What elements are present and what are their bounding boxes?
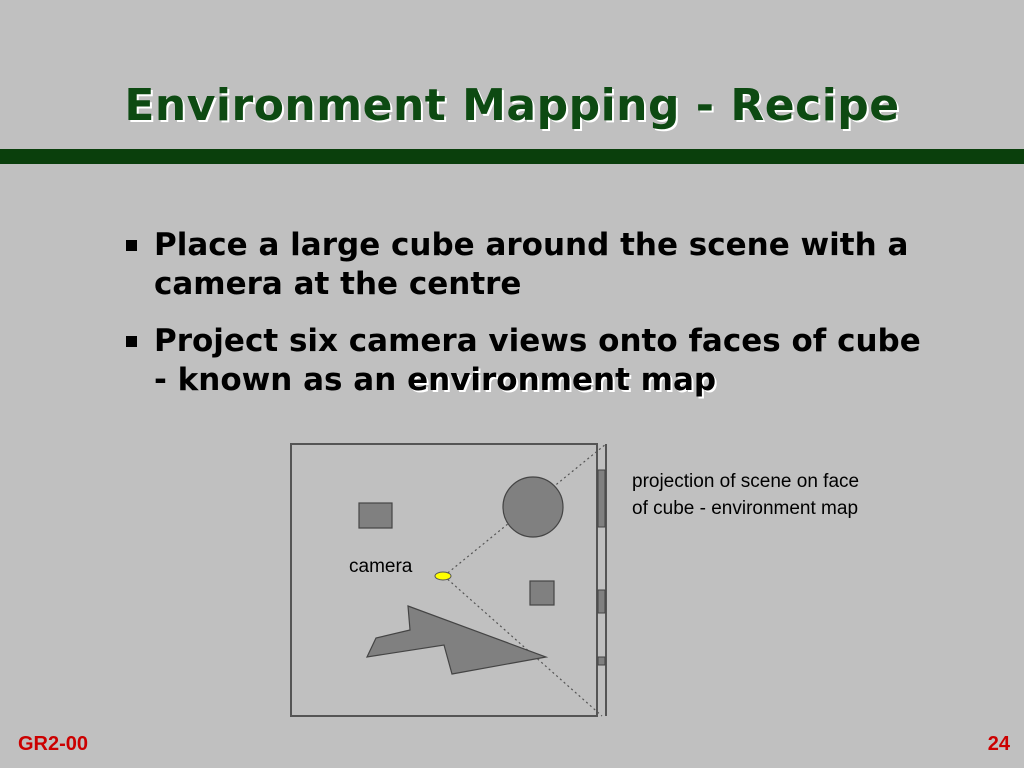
footer-page-number: 24 (987, 733, 1010, 755)
footer-course-code: GR2-00 (18, 733, 89, 755)
slide: Environment Mapping - Recipe Place a lar… (0, 0, 1024, 768)
projection-sphere (597, 469, 606, 528)
camera-icon (434, 571, 452, 581)
sphere-object (502, 476, 564, 538)
projection-arrow (597, 656, 606, 666)
diagram-caption: projection of scene on face of cube - en… (632, 471, 860, 519)
small-square-object (358, 502, 393, 529)
projection-cube (597, 589, 606, 614)
camera-label: camera (349, 556, 413, 577)
arrow-shape-object (365, 605, 549, 675)
small-cube-object (529, 580, 555, 606)
environment-map-diagram: camera (290, 443, 607, 717)
